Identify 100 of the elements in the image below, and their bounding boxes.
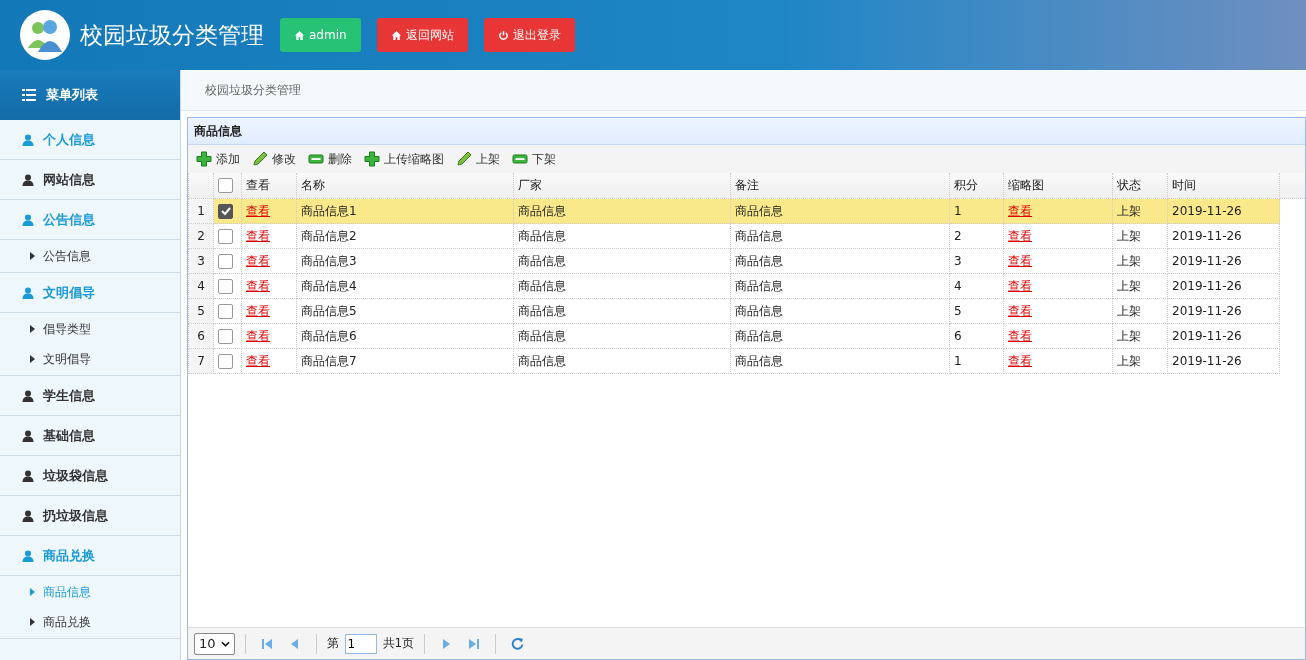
menu-item[interactable]: 商品兑换 (0, 607, 180, 637)
home-icon (390, 29, 402, 41)
toolbar-button[interactable]: 下架 (510, 147, 562, 171)
table-cell: 商品信息 (513, 298, 731, 324)
toolbar-button[interactable]: 修改 (250, 147, 302, 171)
user-icon (22, 549, 34, 562)
row-number: 5 (188, 298, 214, 324)
page-label: 第 (326, 635, 339, 652)
table-cell: 1 (949, 348, 1004, 374)
toolbar-button[interactable]: 添加 (194, 147, 246, 171)
column-header[interactable]: 名称 (296, 173, 514, 199)
column-header[interactable]: 查看 (241, 173, 297, 199)
table-row[interactable]: 2 查看 商品信息2 商品信息 商品信息 2 查看 上架 2019-11-26 (188, 223, 1305, 249)
row-checkbox[interactable] (218, 253, 233, 269)
toolbar-button[interactable]: 上架 (454, 147, 506, 171)
table-cell: 商品信息7 (296, 348, 514, 374)
header-button[interactable]: 返回网站 (376, 18, 468, 52)
thumbnail-link[interactable]: 查看 (1008, 328, 1032, 343)
table-row[interactable]: 1 查看 商品信息1 商品信息 商品信息 1 查看 上架 2019-11-26 (188, 198, 1305, 224)
column-header[interactable]: 缩略图 (1003, 173, 1113, 199)
table-cell: 商品信息 (730, 248, 950, 274)
user-icon (22, 429, 34, 442)
row-number: 6 (188, 323, 214, 349)
caret-icon (30, 325, 35, 333)
table-cell: 3 (949, 248, 1004, 274)
menu-item[interactable]: 倡导类型 (0, 314, 180, 344)
list-icon (22, 89, 36, 101)
table-cell: 上架 (1112, 273, 1168, 299)
table-cell: 上架 (1112, 248, 1168, 274)
menu-section[interactable]: 垃圾袋信息 (0, 456, 180, 496)
table-cell: 2019-11-26 (1167, 298, 1280, 324)
caret-icon (30, 588, 35, 596)
caret-icon (30, 355, 35, 363)
table-cell: 商品信息 (513, 323, 731, 349)
page-input[interactable]: 1 (344, 633, 377, 654)
table-row[interactable]: 5 查看 商品信息5 商品信息 商品信息 5 查看 上架 2019-11-26 (188, 298, 1305, 324)
table-cell: 商品信息 (730, 323, 950, 349)
row-number: 4 (188, 273, 214, 299)
row-checkbox[interactable] (218, 303, 233, 319)
menu-item[interactable]: 公告信息 (0, 241, 180, 271)
users-logo-icon (20, 10, 70, 60)
row-checkbox[interactable] (218, 203, 233, 219)
thumbnail-link[interactable]: 查看 (1008, 303, 1032, 318)
select-all-checkbox[interactable] (218, 178, 233, 193)
last-page-icon[interactable] (468, 637, 481, 650)
column-header[interactable]: 厂家 (513, 173, 731, 199)
pencil-icon (456, 151, 472, 167)
refresh-icon[interactable] (511, 637, 525, 650)
row-checkbox[interactable] (218, 353, 233, 369)
menu-item[interactable]: 文明倡导 (0, 344, 180, 374)
table-cell: 2 (949, 223, 1004, 249)
minus-icon (308, 151, 324, 167)
first-page-icon[interactable] (260, 637, 273, 650)
table-row[interactable]: 7 查看 商品信息7 商品信息 商品信息 1 查看 上架 2019-11-26 (188, 348, 1305, 374)
menu-section[interactable]: 基础信息 (0, 416, 180, 456)
row-checkbox[interactable] (218, 278, 233, 294)
table-cell: 商品信息 (513, 198, 731, 224)
table-cell: 6 (949, 323, 1004, 349)
column-header[interactable]: 积分 (949, 173, 1004, 199)
table-cell: 2019-11-26 (1167, 323, 1280, 349)
table-cell: 商品信息3 (296, 248, 514, 274)
caret-icon (30, 252, 35, 260)
plus-icon (364, 151, 380, 167)
table-cell: 商品信息 (513, 223, 731, 249)
thumbnail-link[interactable]: 查看 (1008, 228, 1032, 243)
column-header[interactable]: 时间 (1167, 173, 1280, 199)
toolbar-button[interactable]: 上传缩略图 (362, 147, 450, 171)
column-header[interactable]: 备注 (730, 173, 950, 199)
table-cell: 2019-11-26 (1167, 198, 1280, 224)
thumbnail-link[interactable]: 查看 (1008, 203, 1032, 218)
table-cell: 上架 (1112, 348, 1168, 374)
panel-title: 商品信息 (188, 118, 1305, 145)
toolbar-button[interactable]: 删除 (306, 147, 358, 171)
table-row[interactable]: 6 查看 商品信息6 商品信息 商品信息 6 查看 上架 2019-11-26 (188, 323, 1305, 349)
table-row[interactable]: 4 查看 商品信息4 商品信息 商品信息 4 查看 上架 2019-11-26 (188, 273, 1305, 299)
header-button[interactable]: 退出登录 (483, 18, 575, 52)
minus-icon (512, 151, 528, 167)
thumbnail-link[interactable]: 查看 (1008, 253, 1032, 268)
table-cell: 上架 (1112, 323, 1168, 349)
table-cell: 商品信息 (730, 348, 950, 374)
row-checkbox[interactable] (218, 228, 233, 244)
menu-section[interactable]: 扔垃圾信息 (0, 496, 180, 536)
row-number: 7 (188, 348, 214, 374)
home-icon (294, 29, 305, 41)
table-cell: 商品信息6 (296, 323, 514, 349)
thumbnail-link[interactable]: 查看 (1008, 353, 1032, 368)
menu-section[interactable]: 学生信息 (0, 376, 180, 416)
table-row[interactable]: 3 查看 商品信息3 商品信息 商品信息 3 查看 上架 2019-11-26 (188, 248, 1305, 274)
row-checkbox[interactable] (218, 328, 233, 344)
page-size-select[interactable]: 10 (194, 632, 235, 655)
menu-section[interactable]: 网站信息 (0, 160, 180, 200)
table-cell: 商品信息4 (296, 273, 514, 299)
table-cell: 商品信息2 (296, 223, 514, 249)
thumbnail-link[interactable]: 查看 (1008, 278, 1032, 293)
table-cell: 5 (949, 298, 1004, 324)
table-cell: 4 (949, 273, 1004, 299)
user-icon (22, 286, 34, 299)
table-cell: 商品信息 (730, 198, 950, 224)
menu-title: 菜单列表 (46, 86, 98, 104)
column-header[interactable]: 状态 (1112, 173, 1168, 199)
